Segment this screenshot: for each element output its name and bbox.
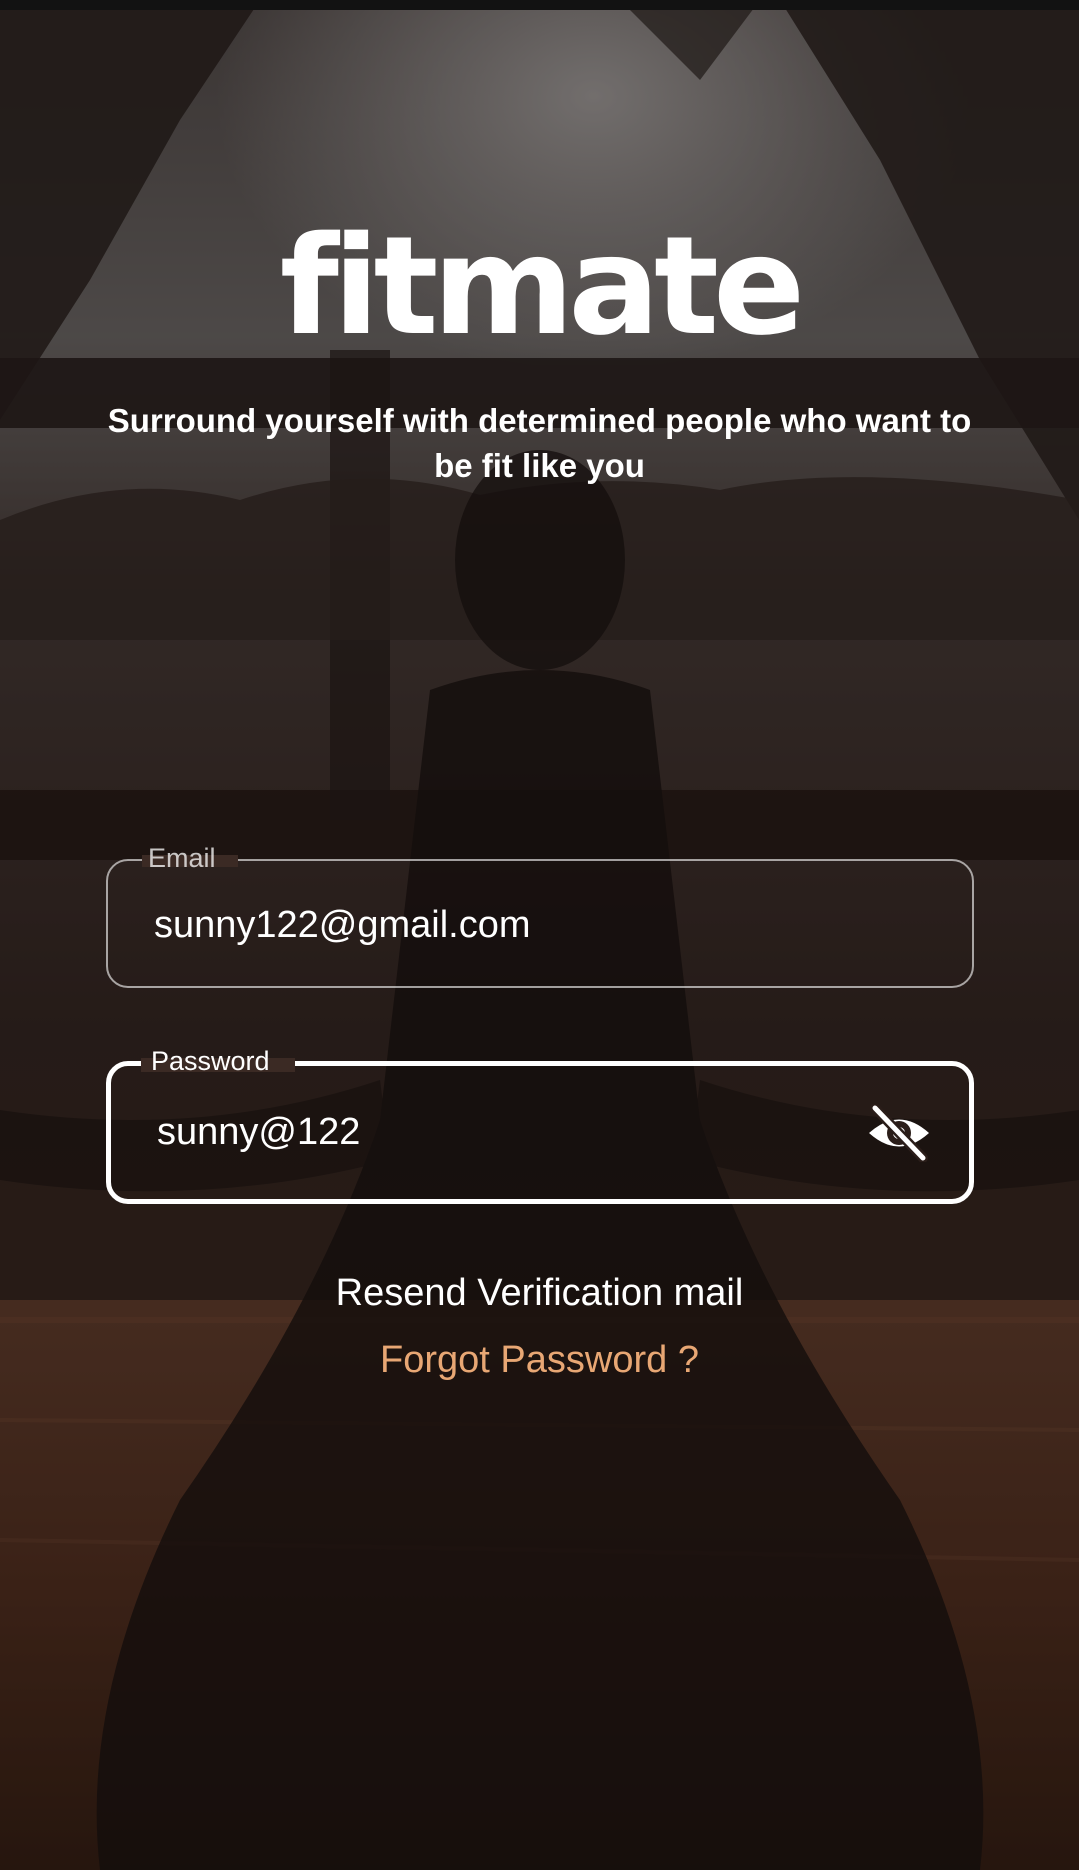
- eye-off-icon[interactable]: [865, 1104, 933, 1162]
- email-input[interactable]: sunny122@gmail.com: [154, 903, 531, 947]
- password-input[interactable]: sunny@122: [157, 1110, 360, 1154]
- app-logo: fitmate: [279, 208, 806, 366]
- email-field[interactable]: Email sunny122@gmail.com: [106, 843, 974, 988]
- status-bar: [0, 0, 1079, 10]
- resend-verification-link[interactable]: Resend Verification mail: [0, 1268, 1079, 1318]
- app-tagline: Surround yourself with determined people…: [107, 402, 972, 484]
- forgot-password-link[interactable]: Forgot Password ?: [0, 1335, 1079, 1385]
- password-field-label: Password: [141, 1046, 280, 1076]
- email-field-label: Email: [138, 843, 226, 873]
- password-field[interactable]: Password sunny@122: [106, 1046, 974, 1204]
